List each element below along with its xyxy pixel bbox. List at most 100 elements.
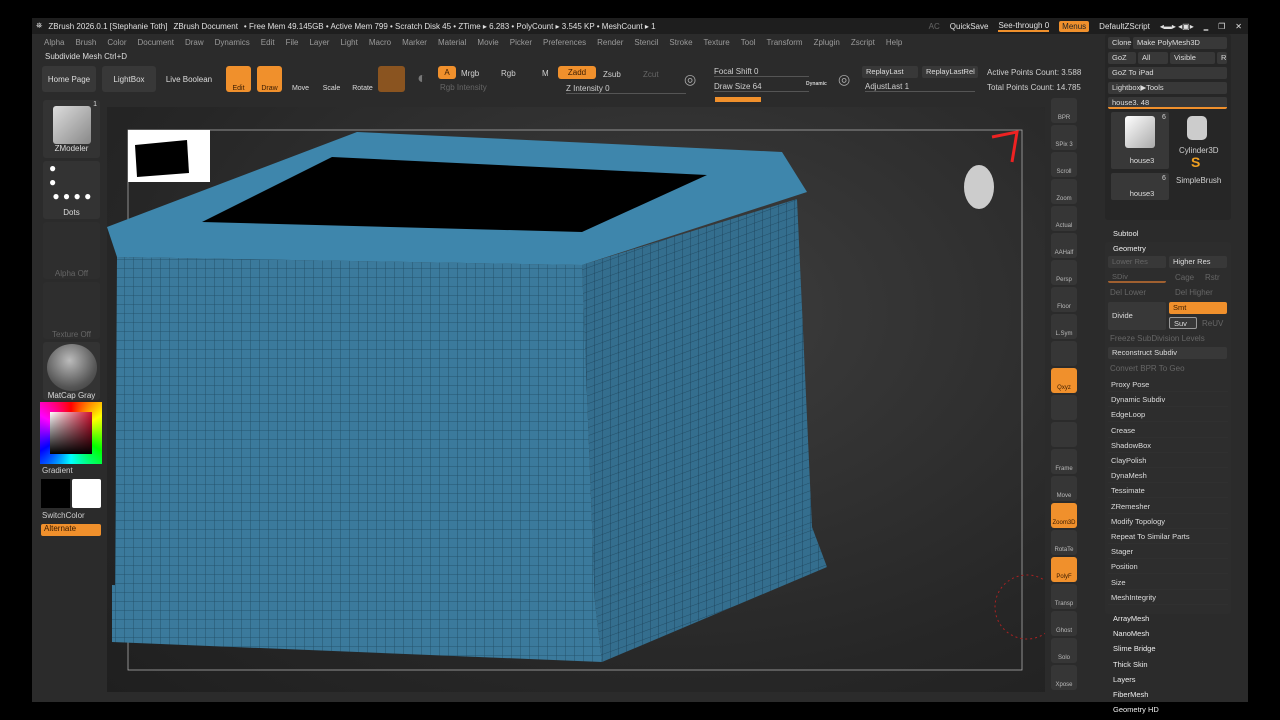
- dynamic-button[interactable]: Dynamic: [806, 81, 827, 87]
- alpha-off-button[interactable]: Alpha Off: [43, 222, 100, 279]
- close-icon[interactable]: ✕: [1235, 22, 1242, 31]
- shelf-button-actual[interactable]: Actual: [1051, 206, 1077, 231]
- subpalette-nanomesh[interactable]: NanoMesh: [1113, 629, 1149, 638]
- subpalette-layers[interactable]: Layers: [1113, 675, 1136, 684]
- tool-slider[interactable]: house3. 48: [1108, 97, 1227, 109]
- texture-off-button[interactable]: Texture Off: [43, 282, 100, 339]
- shelf-button-persp[interactable]: Persp: [1051, 260, 1077, 285]
- shelf-button-qxyz[interactable]: Qxyz: [1051, 368, 1077, 393]
- lightbox-button[interactable]: LightBox: [102, 66, 156, 92]
- menu-transform[interactable]: Transform: [766, 38, 802, 47]
- rotate-button[interactable]: Rotate: [350, 66, 375, 92]
- 3d-viewport[interactable]: [107, 107, 1045, 692]
- shelf-button-icon-11[interactable]: [1051, 395, 1077, 420]
- menus-button[interactable]: Menus: [1059, 20, 1090, 32]
- geometry-item-dynamesh[interactable]: DynaMesh: [1108, 468, 1228, 484]
- shelf-button-icon-9[interactable]: [1051, 341, 1077, 366]
- lightbox-tools-button[interactable]: Lightbox▶Tools: [1108, 82, 1227, 94]
- shelf-button-zoom[interactable]: Zoom: [1051, 179, 1077, 204]
- simplebrush-tool[interactable]: SimpleBrush: [1176, 176, 1221, 185]
- shelf-button-transp[interactable]: Transp: [1051, 584, 1077, 609]
- shelf-button-spix-3[interactable]: SPix 3: [1051, 125, 1077, 150]
- menu-brush[interactable]: Brush: [75, 38, 96, 47]
- geometry-item-repeat-to-similar-parts[interactable]: Repeat To Similar Parts: [1108, 529, 1228, 544]
- menu-picker[interactable]: Picker: [510, 38, 532, 47]
- cage-button[interactable]: Cage: [1175, 273, 1194, 282]
- edit-button[interactable]: Edit: [226, 66, 251, 92]
- zadd-button[interactable]: Zadd: [558, 66, 596, 79]
- shelf-button-icon-12[interactable]: [1051, 422, 1077, 447]
- a-button[interactable]: A: [438, 66, 456, 79]
- geometry-item-size[interactable]: Size: [1108, 575, 1228, 590]
- menu-stroke[interactable]: Stroke: [669, 38, 692, 47]
- menu-layer[interactable]: Layer: [309, 38, 329, 47]
- restore-icon[interactable]: ❐: [1218, 22, 1225, 31]
- menu-edit[interactable]: Edit: [261, 38, 275, 47]
- geometry-item-tessimate[interactable]: Tessimate: [1108, 483, 1228, 499]
- menu-macro[interactable]: Macro: [369, 38, 391, 47]
- geometry-item-claypolish[interactable]: ClayPolish: [1108, 453, 1228, 468]
- alternate-button[interactable]: Alternate: [41, 524, 101, 536]
- geometry-item-dynamic-subdiv[interactable]: Dynamic Subdiv: [1108, 392, 1228, 408]
- stroke-icon[interactable]: ◐: [410, 66, 434, 92]
- geometry-item-crease[interactable]: Crease: [1108, 423, 1228, 438]
- matcap-button[interactable]: MatCap Gray: [43, 342, 100, 400]
- switch-color-button[interactable]: SwitchColor: [42, 511, 85, 520]
- visible-button[interactable]: Visible: [1170, 52, 1215, 64]
- ac-button[interactable]: AC: [929, 22, 940, 31]
- shelf-button-zoom3d[interactable]: Zoom3D: [1051, 503, 1077, 528]
- geometry-item-edgeloop[interactable]: EdgeLoop: [1108, 407, 1228, 423]
- layout-arrows-icon[interactable]: ◂▬▸ ◂▣▸: [1160, 22, 1194, 31]
- scale-button[interactable]: Scale: [319, 66, 344, 92]
- rgb-button[interactable]: Rgb: [501, 69, 516, 78]
- menu-stencil[interactable]: Stencil: [634, 38, 658, 47]
- geometry-item-shadowbox[interactable]: ShadowBox: [1108, 438, 1228, 453]
- draw-icon[interactable]: ◎: [838, 71, 850, 88]
- all-button[interactable]: All: [1138, 52, 1168, 64]
- menu-help[interactable]: Help: [886, 38, 902, 47]
- color-picker[interactable]: [40, 402, 102, 464]
- divide-button[interactable]: Divide: [1108, 302, 1166, 330]
- rgb-intensity-slider[interactable]: Rgb Intensity: [440, 83, 487, 92]
- shelf-button-rotate[interactable]: RotaTe: [1051, 530, 1077, 555]
- smt-toggle[interactable]: Smt: [1169, 302, 1227, 314]
- stroke-dots-button[interactable]: ● ● ● ● ● ● Dots: [43, 161, 100, 219]
- mrgb-button[interactable]: Mrgb: [461, 69, 479, 78]
- geometry-item-zremesher[interactable]: ZRemesher: [1108, 499, 1228, 514]
- draw-size-slider[interactable]: Draw Size 64: [714, 82, 809, 92]
- main-color-swatch[interactable]: [41, 479, 70, 508]
- focal-shift-icon[interactable]: ◎: [684, 71, 696, 88]
- menu-document[interactable]: Document: [138, 38, 174, 47]
- subpalette-arraymesh[interactable]: ArrayMesh: [1113, 614, 1149, 623]
- focal-shift-slider[interactable]: Focal Shift 0: [714, 67, 809, 77]
- tool-thumb-house3-small[interactable]: house3: [1111, 173, 1169, 200]
- menu-alpha[interactable]: Alpha: [44, 38, 64, 47]
- geometry-item-modify-topology[interactable]: Modify Topology: [1108, 514, 1228, 529]
- shelf-button-move[interactable]: Move: [1051, 476, 1077, 501]
- geometry-item-position[interactable]: Position: [1108, 559, 1228, 575]
- material-sphere-icon[interactable]: [378, 66, 405, 92]
- goz-ipad-button[interactable]: GoZ To iPad: [1108, 67, 1227, 79]
- menu-movie[interactable]: Movie: [477, 38, 498, 47]
- rstr-button[interactable]: Rstr: [1205, 273, 1220, 282]
- shelf-button-aahalf[interactable]: AAHalf: [1051, 233, 1077, 258]
- brush-zmodeler-button[interactable]: 1 ZModeler: [43, 100, 100, 158]
- replay-last-rel-button[interactable]: ReplayLastRel: [922, 66, 978, 78]
- zsub-button[interactable]: Zsub: [603, 70, 621, 79]
- replay-last-button[interactable]: ReplayLast: [862, 66, 918, 78]
- convert-bpr-button[interactable]: Convert BPR To Geo: [1110, 364, 1185, 373]
- menu-zplugin[interactable]: Zplugin: [814, 38, 840, 47]
- draw-button[interactable]: Draw: [257, 66, 282, 92]
- gradient-label[interactable]: Gradient: [42, 466, 73, 475]
- subpalette-slime-bridge[interactable]: Slime Bridge: [1113, 644, 1156, 653]
- geometry-header[interactable]: Geometry: [1113, 244, 1146, 253]
- shelf-button-frame[interactable]: Frame: [1051, 449, 1077, 474]
- menu-marker[interactable]: Marker: [402, 38, 427, 47]
- sdiv-slider[interactable]: SDiv: [1108, 271, 1166, 283]
- menu-light[interactable]: Light: [340, 38, 357, 47]
- menu-draw[interactable]: Draw: [185, 38, 204, 47]
- del-lower-button[interactable]: Del Lower: [1110, 288, 1146, 297]
- subpalette-geometry-hd[interactable]: Geometry HD: [1113, 705, 1159, 714]
- default-zscript-button[interactable]: DefaultZScript: [1099, 22, 1150, 31]
- shelf-button-scroll[interactable]: Scroll: [1051, 152, 1077, 177]
